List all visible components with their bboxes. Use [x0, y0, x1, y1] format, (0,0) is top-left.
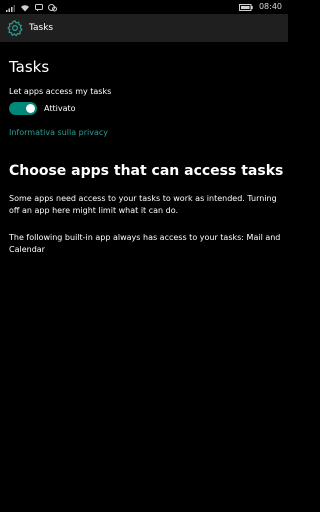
status-clock: 08:40	[258, 2, 282, 11]
gear-icon	[7, 20, 23, 37]
privacy-link[interactable]: Informativa sulla privacy	[9, 127, 108, 138]
apps-description: Some apps need access to your tasks to w…	[9, 194, 277, 215]
section-title: Tasks	[9, 58, 50, 76]
status-icons-left	[6, 2, 57, 12]
toggle-state-text: Attivato	[44, 104, 76, 113]
status-bar: 08:40	[0, 0, 288, 14]
tasks-access-toggle[interactable]	[9, 102, 37, 115]
status-icons-right: 08:40	[238, 1, 282, 13]
battery-icon	[238, 3, 253, 11]
toggle-knob	[26, 104, 35, 113]
wifi-icon	[21, 5, 29, 12]
toggle-label: Let apps access my tasks	[9, 87, 112, 96]
page-header: Tasks	[0, 14, 288, 42]
builtin-app-note: The following built-in app always has ac…	[9, 233, 281, 254]
header-title: Tasks	[29, 23, 54, 33]
signal-icon	[6, 5, 15, 12]
apps-section-title: Choose apps that can access tasks	[9, 163, 284, 179]
notification-icon	[35, 4, 43, 12]
chat-icon	[48, 4, 57, 12]
